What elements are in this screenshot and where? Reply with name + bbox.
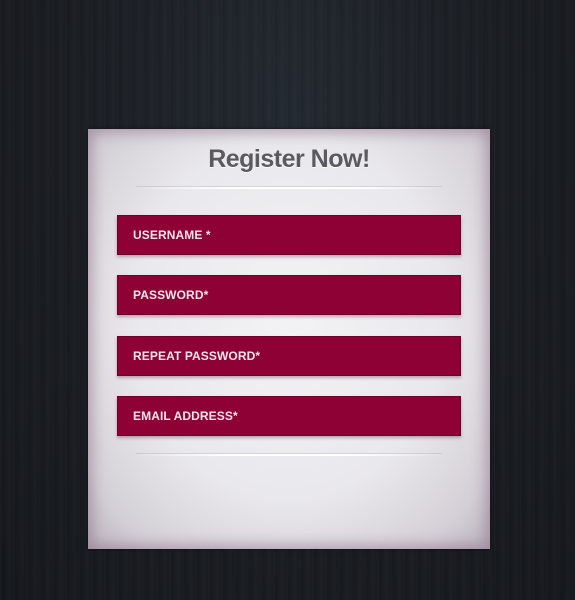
title-divider bbox=[136, 187, 442, 189]
register-panel: Register Now! USERNAME * PASSWORD* REPEA… bbox=[88, 129, 490, 549]
email-field[interactable]: EMAIL ADDRESS* bbox=[117, 396, 461, 436]
username-placeholder: USERNAME * bbox=[133, 228, 211, 242]
username-field[interactable]: USERNAME * bbox=[117, 215, 461, 255]
bottom-divider bbox=[136, 454, 442, 456]
email-placeholder: EMAIL ADDRESS* bbox=[133, 409, 238, 423]
password-field[interactable]: PASSWORD* bbox=[117, 275, 461, 315]
password-placeholder: PASSWORD* bbox=[133, 288, 209, 302]
repeat-password-placeholder: REPEAT PASSWORD* bbox=[133, 349, 261, 363]
repeat-password-field[interactable]: REPEAT PASSWORD* bbox=[117, 336, 461, 376]
form-title: Register Now! bbox=[208, 145, 370, 173]
